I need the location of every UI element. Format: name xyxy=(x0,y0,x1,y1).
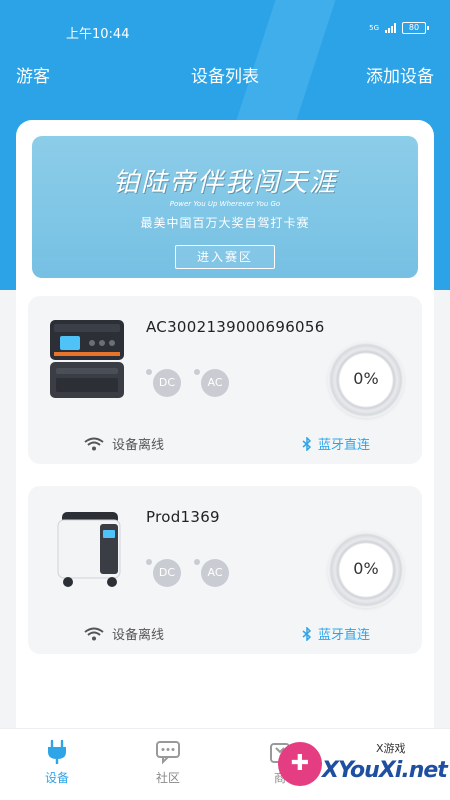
tab-community-label: 社区 xyxy=(155,771,180,785)
wifi-icon xyxy=(84,627,104,640)
battery-gauge: 0% xyxy=(328,532,404,608)
status-bar: 上午10:44 5G 80 xyxy=(0,0,450,42)
bluetooth-icon xyxy=(302,626,312,641)
ac-indicator-dot xyxy=(194,559,200,565)
bluetooth-connect-button[interactable]: 蓝牙直连 xyxy=(302,434,370,453)
bluetooth-label: 蓝牙直连 xyxy=(318,438,371,453)
device-card[interactable]: Prod1369 DC AC 0% 设备离线 蓝牙直连 xyxy=(28,486,422,654)
watermark-tag: X游戏 xyxy=(376,742,406,755)
wifi-status: 设备离线 xyxy=(84,624,164,643)
battery-gauge: 0% xyxy=(328,342,404,418)
wifi-status-label: 设备离线 xyxy=(112,438,165,453)
bluetooth-icon xyxy=(302,436,312,451)
plug-icon xyxy=(48,739,66,764)
bluetooth-label: 蓝牙直连 xyxy=(318,628,371,643)
ac-indicator-dot xyxy=(194,369,200,375)
chat-icon xyxy=(156,741,180,765)
power-station-wheeled-icon xyxy=(57,512,121,587)
status-time: 上午10:44 xyxy=(66,27,130,42)
device-panel: 铂陆帝伴我闯天涯 Power You Up Wherever You Go 最美… xyxy=(16,120,434,800)
top-nav: 游客 设备列表 添加设备 xyxy=(0,56,450,88)
battery-icon: 80 xyxy=(402,22,429,34)
enter-contest-button[interactable]: 进入赛区 xyxy=(175,245,275,269)
battery-percent: 0% xyxy=(353,369,379,388)
device-card[interactable]: AC3002139000696056 DC AC 0% 设备离线 蓝牙直连 xyxy=(28,296,422,464)
banner-headline: 铂陆帝伴我闯天涯 xyxy=(112,168,337,198)
tab-devices[interactable]: 设备 xyxy=(27,739,87,786)
watermark-gamepad-icon: ✚ xyxy=(278,742,322,786)
banner-tagline: Power You Up Wherever You Go xyxy=(169,200,281,208)
battery-level: 80 xyxy=(408,23,420,32)
tab-community[interactable]: 社区 xyxy=(138,739,198,786)
add-device-button[interactable]: 添加设备 xyxy=(366,62,434,87)
banner-subtitle: 最美中国百万大奖自驾打卡赛 xyxy=(140,216,310,230)
dc-indicator-dot xyxy=(146,559,152,565)
dc-port-badge: DC xyxy=(153,369,181,397)
network-label: 5G xyxy=(369,23,379,32)
battery-percent: 0% xyxy=(353,559,379,578)
status-indicators: 5G 80 xyxy=(369,22,429,34)
bluetooth-connect-button[interactable]: 蓝牙直连 xyxy=(302,624,370,643)
wifi-status-label: 设备离线 xyxy=(112,628,165,643)
power-station-stack-icon xyxy=(50,320,124,398)
wifi-status: 设备离线 xyxy=(84,434,164,453)
signal-icon xyxy=(385,23,396,33)
wifi-icon xyxy=(84,437,104,450)
tab-devices-label: 设备 xyxy=(44,771,69,785)
promo-banner[interactable]: 铂陆帝伴我闯天涯 Power You Up Wherever You Go 最美… xyxy=(32,136,418,278)
ac-port-badge: AC xyxy=(201,559,229,587)
watermark-logo: ✚ X游戏 XYouXi.net xyxy=(270,736,450,800)
ac-port-badge: AC xyxy=(201,369,229,397)
device-name: AC3002139000696056 xyxy=(146,318,325,336)
dc-indicator-dot xyxy=(146,369,152,375)
watermark-text: XYouXi.net xyxy=(322,758,448,783)
device-name: Prod1369 xyxy=(146,508,220,526)
dc-port-badge: DC xyxy=(153,559,181,587)
